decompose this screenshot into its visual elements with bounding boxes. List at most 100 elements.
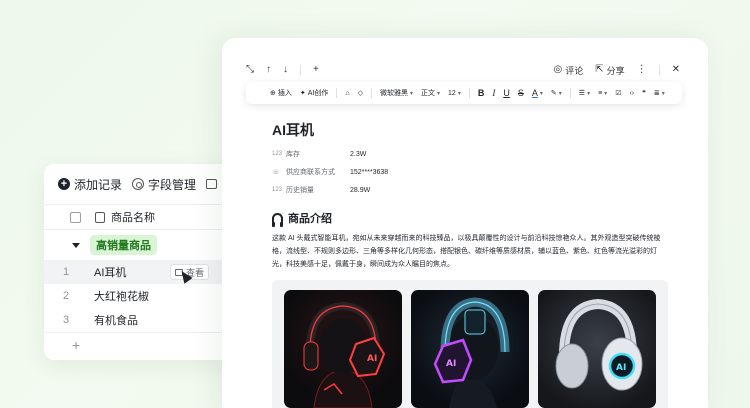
strikethrough-button[interactable]: S [518,88,524,98]
insert-plus-icon: ⊕ [270,90,276,97]
underline-icon: U [503,88,510,98]
group-header[interactable]: 高销量商品 [44,230,244,260]
property-value[interactable]: 152****3638 [350,169,388,176]
cyan-headphone-image[interactable]: AI [538,290,656,408]
bullet-list-icon: ☰ [578,90,586,97]
product-description[interactable]: 这款 AI 头戴式智能耳机，宛如从未来穿越而来的科技臻品，以极具颠覆性的设计与前… [272,232,668,271]
chevron-down-icon: ▾ [410,90,414,97]
section-heading-text: 商品介绍 [288,213,332,225]
italic-icon: I [492,88,496,98]
add-row-button[interactable]: + [44,332,244,356]
row-name[interactable]: 大红袍花椒 [94,288,149,304]
chevron-down-icon: ▾ [587,90,591,97]
insert-label: 插入 [277,90,292,97]
sparkle-icon: ✦ [299,90,306,97]
ordered-list-button[interactable]: ≡ ▾ [598,90,607,97]
plus-icon[interactable]: + [313,65,319,75]
image-ai-badge: AI [616,363,626,373]
ai-create-button[interactable]: ✦ AI创作 [300,88,329,98]
bullet-list-button[interactable]: ☰ ▾ [579,89,590,97]
more-icon[interactable]: ⋮ [637,65,647,75]
ai-create-label: AI创作 [307,90,329,97]
format-painter-icon[interactable]: ⌂ [345,90,349,97]
column-header-name[interactable]: 商品名称 [111,209,155,225]
font-color-button[interactable]: A ▾ [532,88,543,98]
font-size-select[interactable]: 12 ▾ [448,90,461,97]
row-name[interactable]: AI耳机 [94,264,126,280]
property-value[interactable]: 28.9W [350,187,370,194]
comment-label: 评论 [565,65,584,76]
row-number: 2 [62,290,70,302]
share-button[interactable]: ⇱ 分享 [595,64,624,77]
row-number: 3 [62,314,70,326]
insert-button[interactable]: ⊕ 插入 [270,88,292,98]
share-icon: ⇱ [595,64,604,75]
property-stock[interactable]: 123 库存 2.3W [272,148,366,160]
align-icon: ≣ [653,90,660,97]
font-size-value: 12 [448,89,456,97]
font-family-value: 微软雅黑 [380,90,408,97]
field-manage-button[interactable]: 字段管理 [132,176,196,193]
divider [371,88,372,98]
group-tag: 高销量商品 [90,235,157,255]
divider [336,88,338,98]
record-title[interactable]: AI耳机 [272,120,314,140]
chevron-down-icon: ▾ [558,90,562,97]
add-record-button[interactable]: + 添加记录 [58,176,122,193]
gear-icon [132,178,145,190]
row-name[interactable]: 有机食品 [94,312,138,328]
row-number: 1 [62,266,70,278]
paragraph-style-select[interactable]: 正文 ▾ [421,88,440,98]
select-all-checkbox[interactable] [70,211,81,223]
image-gallery: AI AI AI [272,280,668,408]
eraser-icon[interactable]: ◇ [358,89,363,97]
ordered-list-icon: ≡ [598,89,603,97]
divider [569,88,571,98]
detail-topbar: ⤡ ↑ ↓ + ◎ 评论 ⇱ 分享 ⋮ ✕ [246,62,680,78]
chevron-down-icon: ▾ [661,90,665,97]
red-headphone-image[interactable]: AI [284,290,402,408]
comment-button[interactable]: ◎ 评论 [553,64,583,77]
italic-button[interactable]: I [492,88,495,98]
close-icon[interactable]: ✕ [672,65,680,75]
property-history-sales[interactable]: 123 历史销量 28.9W [272,184,370,196]
bold-button[interactable]: B [478,88,485,98]
underline-button[interactable]: U [503,88,510,98]
collapse-triangle-icon[interactable] [72,242,80,248]
table-row[interactable]: 1 AI耳机 查看 [44,260,244,284]
align-button[interactable]: ≣ ▾ [654,89,665,97]
divider [468,88,470,98]
collapse-icon[interactable]: ⤡ [246,65,254,75]
property-label: 库存 [286,151,300,158]
property-supplier-contact[interactable]: ☏ 供应商联系方式 152****3638 [272,166,388,178]
checklist-icon[interactable]: ☑ [615,89,621,97]
chevron-down-icon: ▾ [457,90,461,97]
code-icon[interactable]: ‹› [629,90,634,97]
property-label: 历史销量 [286,187,314,194]
font-color-icon: A [531,88,538,98]
property-value[interactable]: 2.3W [350,151,366,158]
table-header: 商品名称 [44,204,244,230]
table-row[interactable]: 3 有机食品 [44,308,244,332]
table-panel: + 添加记录 字段管理 商品名称 高销量商品 1 AI耳机 查看 2 大红袍花椒… [44,164,244,360]
phone-icon: ☏ [272,169,280,176]
highlight-button[interactable]: ✎ ▾ [551,89,562,97]
more-view-button[interactable] [206,179,218,189]
number-field-icon: 123 [272,187,283,193]
format-toolbar: ⊕ 插入 ✦ AI创作 ⌂ ◇ 微软雅黑 ▾ 正文 ▾ 12 ▾ B I U S… [246,82,682,104]
table-toolbar: + 添加记录 字段管理 [44,164,244,204]
text-field-icon [95,211,105,223]
divider [300,65,301,75]
chevron-down-icon: ▾ [437,90,441,97]
purple-headphone-image[interactable]: AI [411,290,529,408]
quote-icon[interactable]: ❝ [642,89,646,97]
add-record-label: 添加记录 [74,177,123,192]
chevron-down-icon: ▾ [539,90,543,97]
record-detail-panel: ⤡ ↑ ↓ + ◎ 评论 ⇱ 分享 ⋮ ✕ ⊕ 插入 ✦ AI创作 ⌂ ◇ 微软… [222,38,708,408]
table-row[interactable]: 2 大红袍花椒 [44,284,244,308]
paragraph-style-value: 正文 [421,90,436,97]
arrow-up-icon[interactable]: ↑ [266,65,271,75]
arrow-down-icon[interactable]: ↓ [283,65,288,75]
font-family-select[interactable]: 微软雅黑 ▾ [380,88,413,98]
chevron-down-icon: ▾ [604,90,608,97]
